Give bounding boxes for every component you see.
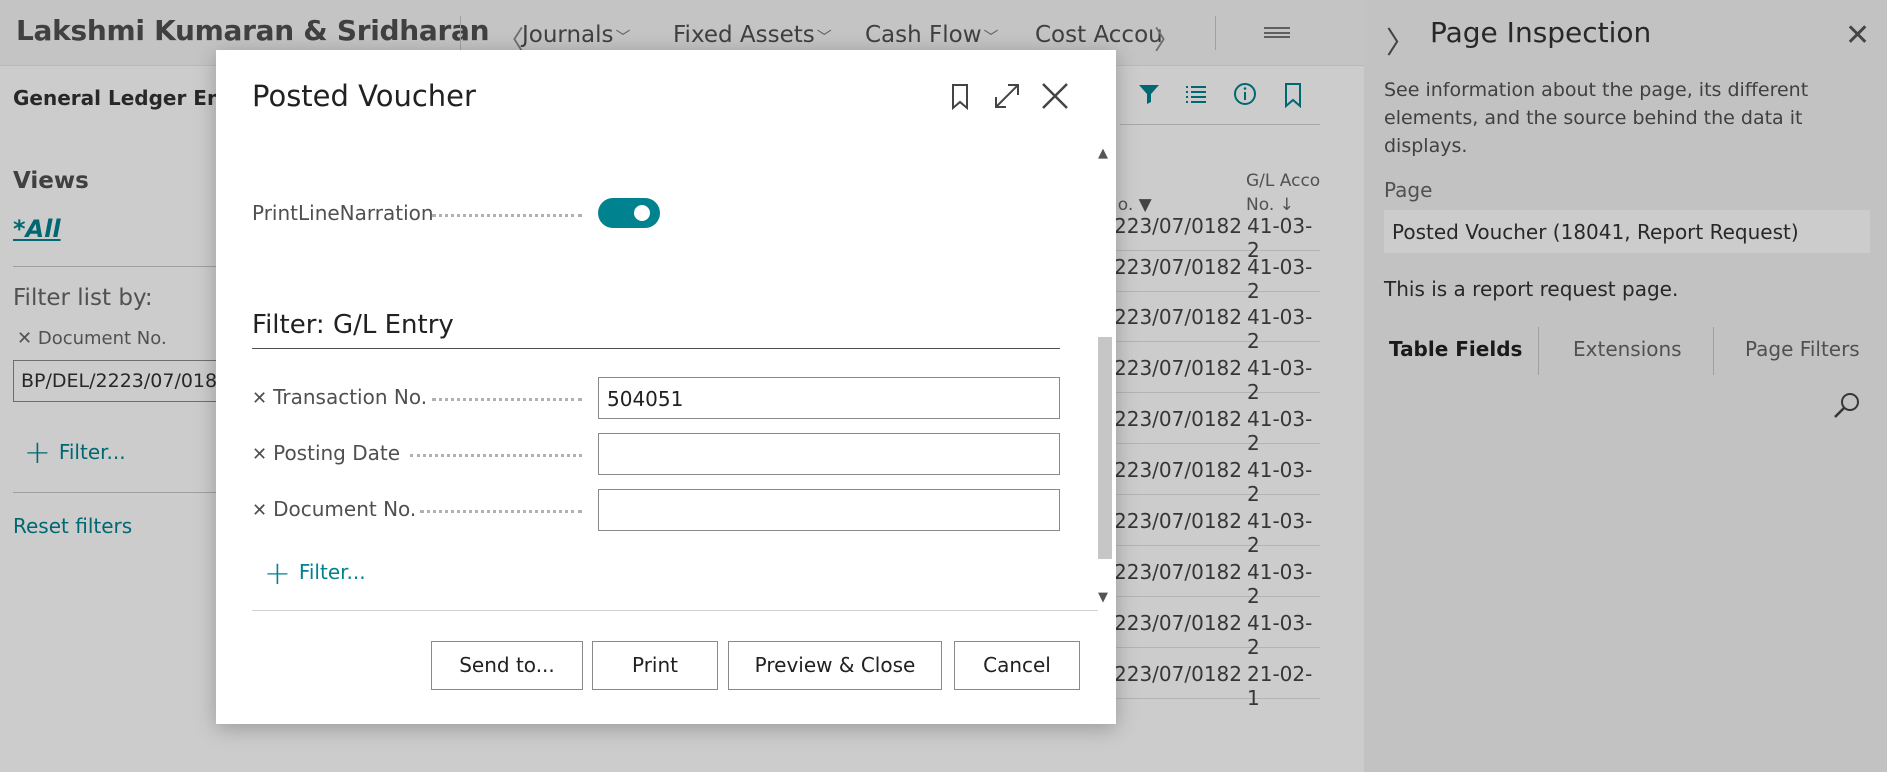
expand-icon[interactable]: [991, 80, 1023, 112]
scroll-down-icon[interactable]: ▼: [1098, 590, 1108, 605]
dotted-leader: [410, 454, 582, 458]
section-title: Filter: G/L Entry: [252, 310, 454, 340]
remove-filter-icon[interactable]: ✕: [252, 500, 267, 521]
dialog-title: Posted Voucher: [252, 79, 476, 113]
dialog-content[interactable]: PrintLineNarration Filter: G/L Entry ✕ Tr…: [216, 144, 1086, 610]
document-no-input[interactable]: [598, 489, 1060, 531]
filter-row-document-no: ✕ Document No.: [252, 489, 1072, 531]
add-filter-link[interactable]: + Filter...: [264, 554, 366, 592]
close-icon[interactable]: [1039, 80, 1071, 112]
plus-icon: +: [264, 554, 291, 592]
print-line-narration-toggle[interactable]: [598, 198, 660, 228]
preview-close-button[interactable]: Preview & Close: [728, 641, 942, 690]
scrollbar-thumb[interactable]: [1098, 337, 1112, 559]
filter-label: ✕ Posting Date: [252, 441, 401, 465]
scroll-up-icon[interactable]: ▲: [1098, 146, 1108, 161]
section-divider: [252, 348, 1060, 349]
cancel-button[interactable]: Cancel: [954, 641, 1080, 690]
filter-row-transaction-no: ✕ Transaction No. 504051: [252, 377, 1072, 419]
toggle-knob: [634, 205, 650, 221]
option-print-line-narration: PrintLineNarration: [252, 198, 1072, 240]
send-to-button[interactable]: Send to...: [431, 641, 583, 690]
option-label: PrintLineNarration: [252, 201, 434, 225]
filter-label: ✕ Document No.: [252, 497, 417, 521]
footer-divider: [252, 610, 1098, 611]
filter-label: ✕ Transaction No.: [252, 385, 428, 409]
print-button[interactable]: Print: [592, 641, 718, 690]
dotted-leader: [420, 510, 582, 514]
posted-voucher-dialog: Posted Voucher PrintLineNarration Filter…: [216, 50, 1116, 724]
bookmark-icon[interactable]: [944, 80, 976, 112]
filter-row-posting-date: ✕ Posting Date: [252, 433, 1072, 475]
remove-filter-icon[interactable]: ✕: [252, 444, 267, 465]
dotted-leader: [432, 214, 582, 218]
remove-filter-icon[interactable]: ✕: [252, 388, 267, 409]
dialog-scrollbar[interactable]: ▲ ▼: [1092, 144, 1116, 610]
dotted-leader: [432, 398, 582, 402]
posting-date-input[interactable]: [598, 433, 1060, 475]
transaction-no-input[interactable]: 504051: [598, 377, 1060, 419]
